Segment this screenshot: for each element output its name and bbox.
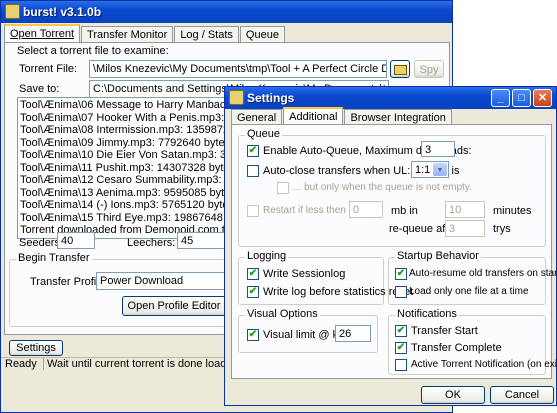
- minimize-button[interactable]: _: [491, 89, 510, 107]
- requeue-tries-field[interactable]: 3: [445, 220, 485, 237]
- write-log-before-checkbox[interactable]: ✔: [247, 286, 259, 298]
- auto-close-checkbox[interactable]: [247, 165, 259, 177]
- settings-title: Settings: [247, 91, 295, 105]
- minutes-field[interactable]: 10: [445, 201, 485, 218]
- visual-options-group: Visual Options ✔ Visual limit @ kb/s: 26: [238, 308, 378, 353]
- ratio-value: 1:1: [415, 164, 431, 176]
- save-to-label: Save to:: [19, 83, 60, 95]
- browse-torrent-button[interactable]: [390, 60, 410, 78]
- logging-legend: Logging: [245, 250, 289, 262]
- autoresume-label: Auto-resume old transfers on startup: [409, 268, 557, 279]
- enable-autoqueue-checkbox[interactable]: ✔: [247, 145, 259, 157]
- active-torrent-notification-label: Active Torrent Notification (on exit): [411, 359, 557, 370]
- settings-button[interactable]: Settings: [9, 340, 63, 356]
- visual-limit-field[interactable]: 26: [335, 325, 371, 342]
- transfer-start-label: Transfer Start: [411, 325, 478, 337]
- notifications-legend: Notifications: [395, 308, 459, 320]
- write-sessionlog-label: Write Sessionlog: [263, 268, 346, 280]
- maximize-button[interactable]: □: [512, 89, 531, 107]
- startup-behavior-legend: Startup Behavior: [395, 250, 481, 262]
- mb-in-label: mb in: [391, 205, 418, 217]
- close-button[interactable]: ✕: [533, 89, 552, 107]
- load-one-file-checkbox[interactable]: [395, 286, 407, 298]
- transfer-start-checkbox[interactable]: ✔: [395, 325, 407, 337]
- leechers-field[interactable]: 45: [177, 232, 227, 249]
- startup-behavior-group: Startup Behavior ✔ Auto-resume old trans…: [388, 250, 557, 305]
- torrent-file-label: Torrent File:: [19, 63, 78, 75]
- folder-open-icon: [393, 65, 407, 75]
- spy-button[interactable]: Spy: [414, 60, 444, 78]
- restart-mb-field[interactable]: 0: [349, 201, 383, 218]
- torrent-file-field[interactable]: \Milos Knezevic\My Documents\tmp\Tool + …: [89, 60, 387, 78]
- only-queue-label: ... but only when the queue is not empty…: [293, 182, 472, 193]
- main-window-title: burst! v3.1.0b: [23, 5, 102, 19]
- settings-titlebar[interactable]: Settings _ □ ✕: [225, 87, 556, 109]
- open-profile-editor-button[interactable]: Open Profile Editor: [122, 296, 226, 316]
- main-titlebar[interactable]: burst! v3.1.0b: [1, 1, 452, 23]
- cancel-button[interactable]: Cancel: [490, 386, 554, 404]
- transfer-complete-checkbox[interactable]: ✔: [395, 342, 407, 354]
- leechers-label: Leechers:: [127, 237, 176, 249]
- write-sessionlog-checkbox[interactable]: ✔: [247, 268, 259, 280]
- restart-label: Restart if less then: [263, 205, 346, 216]
- settings-dialog: Settings _ □ ✕ General Additional Browse…: [224, 86, 557, 406]
- load-one-file-label: Load only one file at a time: [409, 286, 529, 297]
- transfer-complete-label: Transfer Complete: [411, 342, 502, 354]
- ratio-select[interactable]: 1:1 ▼: [411, 161, 449, 178]
- status-ready: Ready: [5, 358, 37, 370]
- visual-limit-checkbox[interactable]: ✔: [247, 329, 259, 341]
- visual-options-legend: Visual Options: [245, 308, 320, 320]
- queue-group: Queue ✔ Enable Auto-Queue, Maximum downl…: [238, 128, 546, 247]
- begin-transfer-group: Begin Transfer Transfer Profile: Power D…: [9, 252, 249, 327]
- ok-button[interactable]: OK: [421, 386, 485, 404]
- seeders-field[interactable]: 40: [57, 232, 95, 249]
- max-downloads-field[interactable]: 3: [421, 141, 455, 157]
- restart-checkbox[interactable]: [247, 205, 259, 217]
- begin-transfer-legend: Begin Transfer: [16, 252, 92, 264]
- minutes-label: minutes: [493, 205, 532, 217]
- active-torrent-notification-checkbox[interactable]: [395, 359, 407, 371]
- queue-legend: Queue: [245, 128, 283, 140]
- only-queue-checkbox[interactable]: [277, 182, 289, 194]
- additional-panel: Queue ✔ Enable Auto-Queue, Maximum downl…: [231, 124, 557, 379]
- notifications-group: Notifications ✔ Transfer Start ✔ Transfe…: [388, 308, 557, 375]
- transfer-profile-select[interactable]: Power Download: [96, 272, 244, 290]
- autoresume-checkbox[interactable]: ✔: [395, 268, 407, 280]
- logging-group: Logging ✔ Write Sessionlog ✔ Write log b…: [238, 250, 413, 305]
- trys-label: trys: [493, 223, 511, 235]
- chevron-down-icon: ▼: [433, 163, 447, 176]
- select-torrent-label: Select a torrent file to examine:: [17, 45, 169, 57]
- burst-app-icon: [5, 4, 20, 19]
- settings-app-icon: [229, 90, 244, 105]
